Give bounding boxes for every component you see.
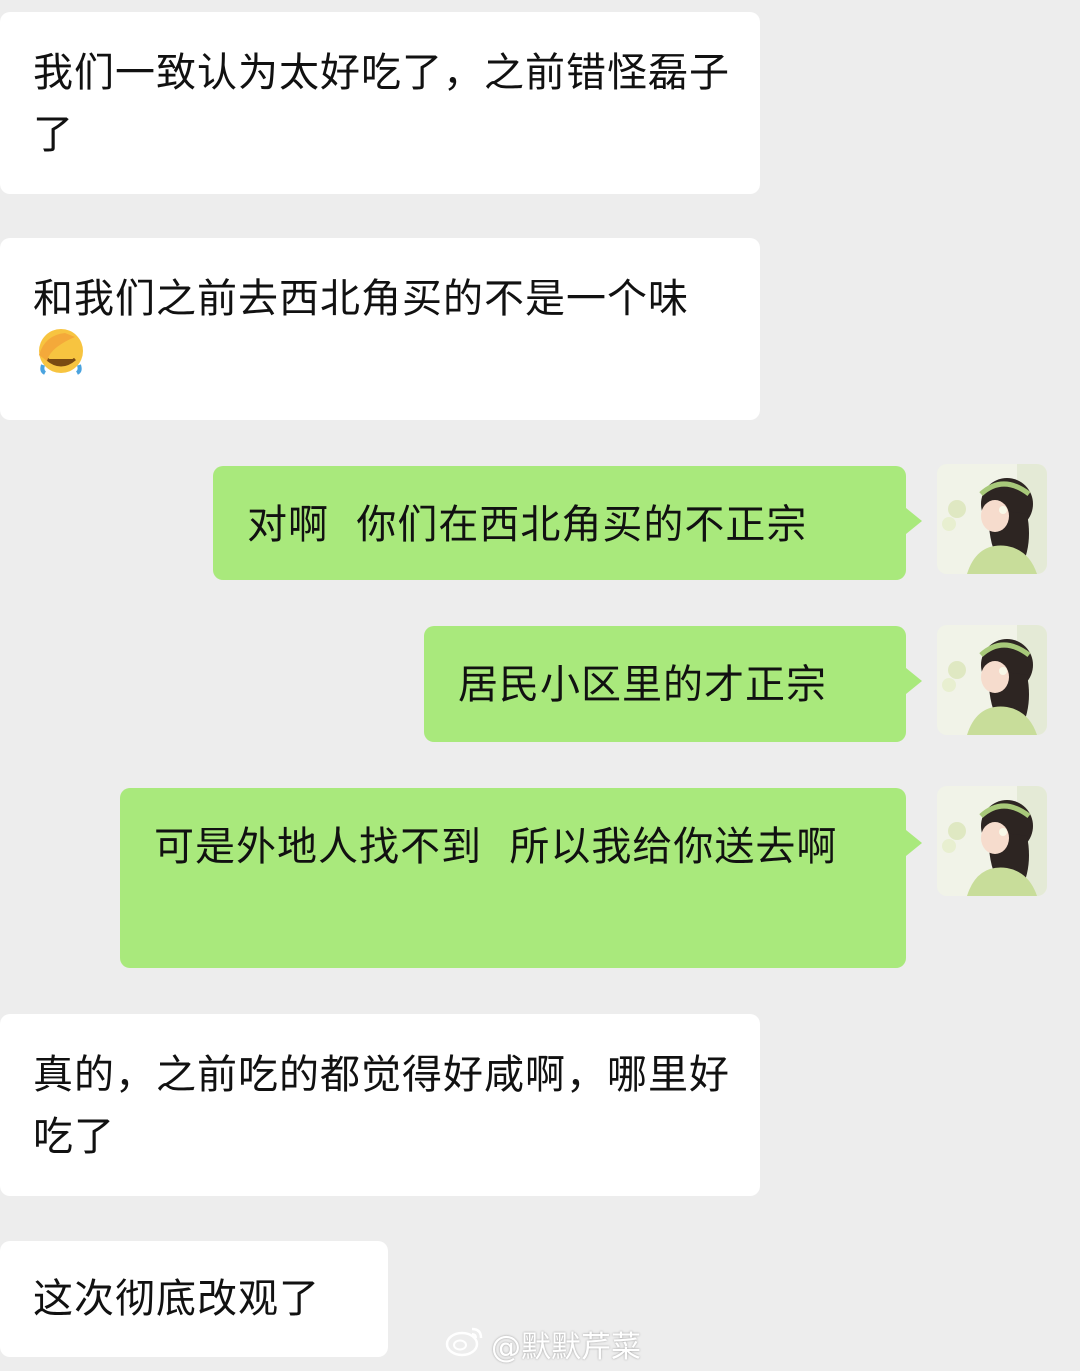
outgoing-message-bubble[interactable]: 可是外地人找不到 所以我给你送去啊 (120, 788, 922, 968)
user-avatar[interactable] (937, 625, 1047, 735)
incoming-message-bubble[interactable]: 这次彻底改观了 (0, 1241, 388, 1357)
avatar-illustration-icon (937, 625, 1047, 735)
watermark-text: @默默芹菜 (491, 1330, 641, 1365)
message-text: 对啊 你们在西北角买的不正宗 (247, 502, 808, 548)
avatar-illustration-icon (937, 786, 1047, 896)
message-text: 和我们之前去西北角买的不是一个味 (33, 276, 689, 322)
outgoing-message-bubble[interactable]: 居民小区里的才正宗 (424, 626, 922, 742)
incoming-message-bubble[interactable]: 和我们之前去西北角买的不是一个味 (0, 238, 760, 420)
message-text: 这次彻底改观了 (33, 1276, 320, 1322)
message-text: 我们一致认为太好吃了，之前错怪磊子了 (33, 50, 730, 158)
user-avatar[interactable] (937, 786, 1047, 896)
outgoing-message-bubble[interactable]: 对啊 你们在西北角买的不正宗 (213, 466, 922, 580)
incoming-message-bubble[interactable]: 我们一致认为太好吃了，之前错怪磊子了 (0, 12, 760, 194)
message-text: 真的，之前吃的都觉得好咸啊，哪里好吃了 (33, 1052, 730, 1160)
facepalm-emoji-icon (35, 325, 87, 395)
weibo-watermark: @默默芹菜 (445, 1322, 641, 1366)
incoming-message-bubble[interactable]: 真的，之前吃的都觉得好咸啊，哪里好吃了 (0, 1014, 760, 1196)
weibo-icon (445, 1323, 485, 1365)
message-text: 可是外地人找不到 所以我给你送去啊 (154, 824, 838, 870)
avatar-illustration-icon (937, 464, 1047, 574)
user-avatar[interactable] (937, 464, 1047, 574)
message-text: 居民小区里的才正宗 (458, 662, 827, 708)
